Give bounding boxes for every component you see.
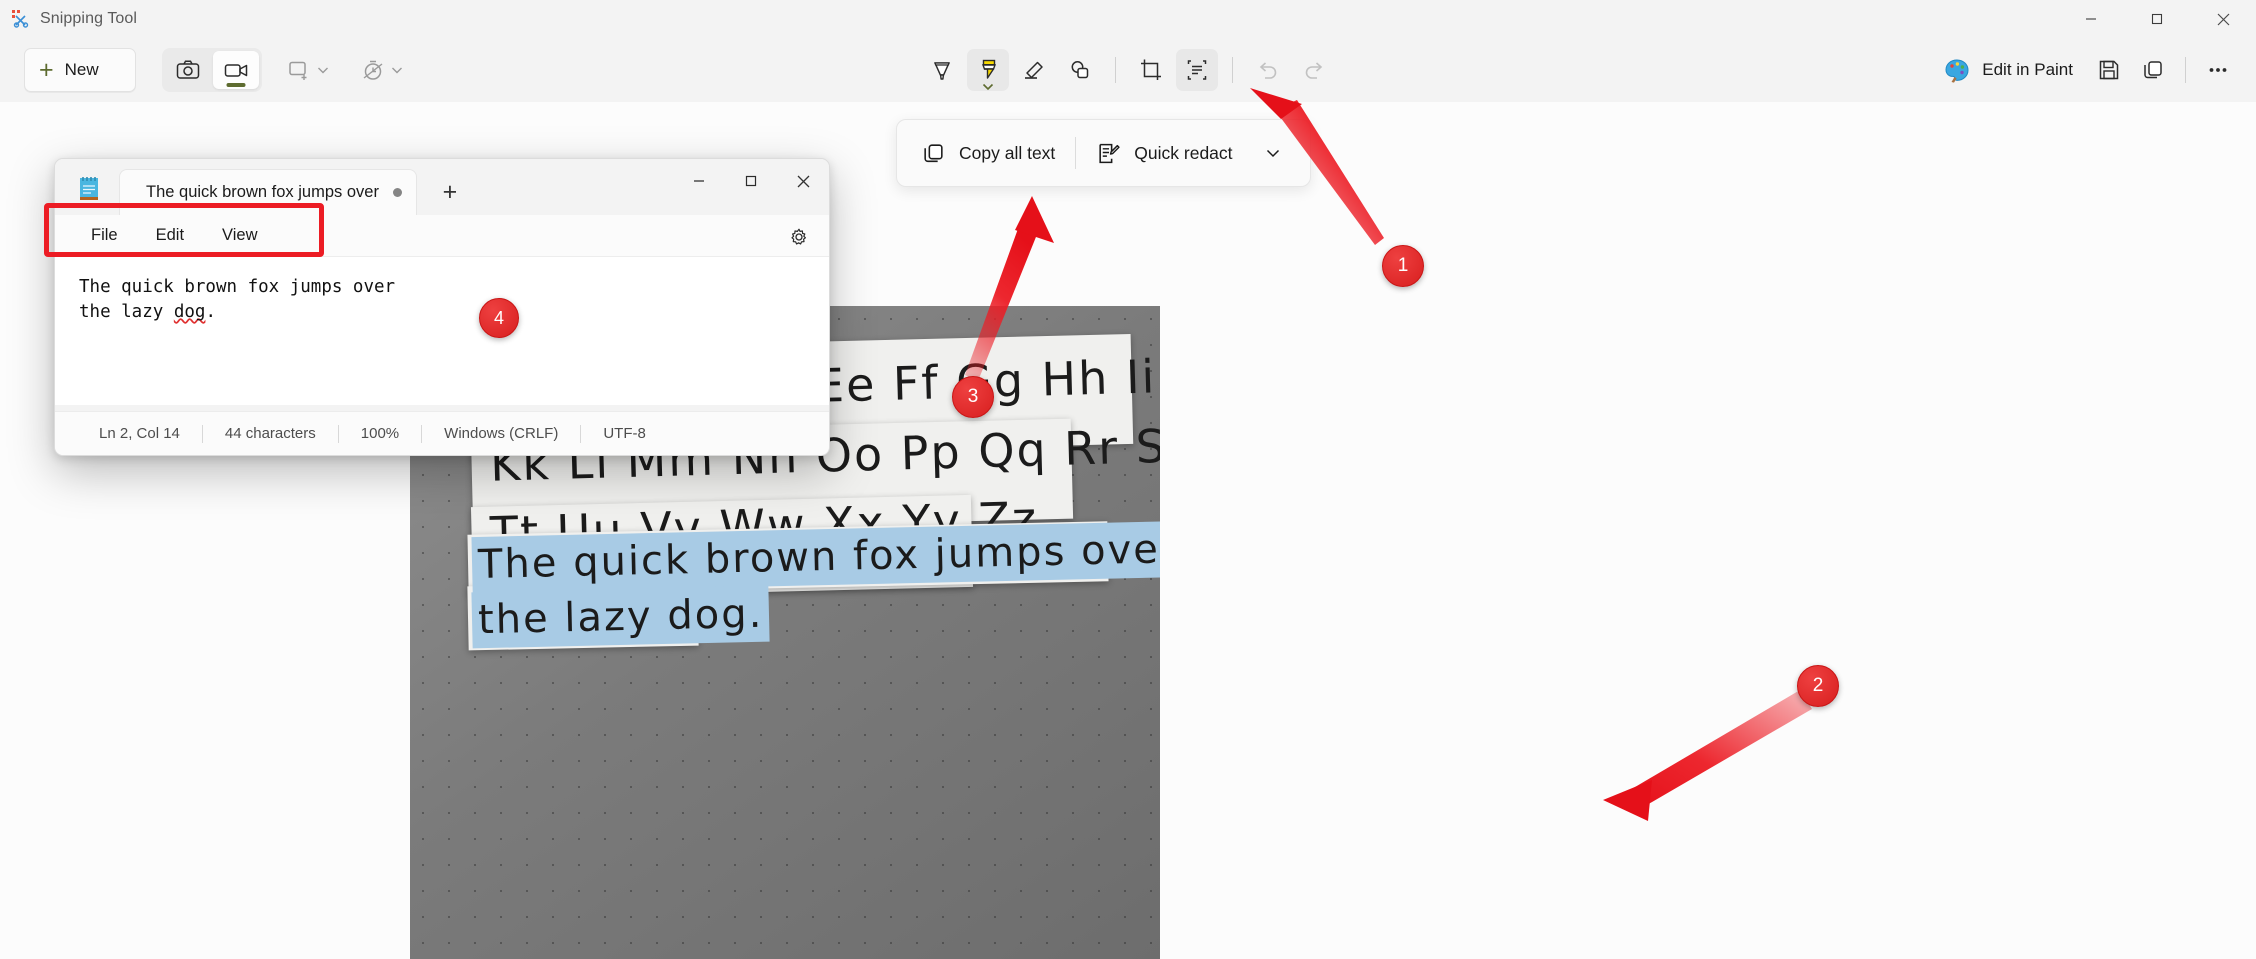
- menu-item-edit[interactable]: Edit: [140, 220, 200, 251]
- notepad-menu-bar: File Edit View: [55, 215, 829, 257]
- copy-all-text-label: Copy all text: [959, 142, 1056, 163]
- shapes-icon: [1071, 61, 1089, 79]
- ballpoint-pen-icon: [934, 62, 950, 80]
- status-cursor-position: Ln 2, Col 14: [99, 425, 180, 442]
- status-zoom-level[interactable]: 100%: [339, 425, 421, 442]
- new-button-label: New: [64, 60, 99, 79]
- editing-tools-group: [921, 49, 1335, 91]
- notepad-settings-button[interactable]: [785, 223, 813, 251]
- more-options-icon: [2209, 68, 2227, 72]
- quick-redact-button[interactable]: Quick redact: [1080, 127, 1301, 179]
- right-command-cluster: Edit in Paint: [1930, 48, 2256, 92]
- plus-icon: +: [39, 55, 54, 84]
- snip-delay-split-button[interactable]: [354, 50, 410, 90]
- notepad-window[interactable]: The quick brown fox jumps over + File Ed…: [54, 158, 830, 456]
- camera-icon: [176, 60, 200, 79]
- redo-button[interactable]: [1293, 49, 1335, 91]
- save-button[interactable]: [2087, 48, 2131, 92]
- copy-icon: [924, 143, 943, 162]
- chevron-down-icon: [982, 83, 994, 91]
- command-bar: + New Edit in Paint: [0, 38, 2256, 102]
- chevron-down-icon: [1266, 149, 1279, 158]
- status-line-ending[interactable]: Windows (CRLF): [422, 425, 580, 442]
- notepad-status-bar: Ln 2, Col 14 44 characters 100% Windows …: [55, 411, 829, 455]
- copy-icon: [2144, 61, 2162, 79]
- sentence-line-1-wrapper: The quick brown fox jumps over: [471, 520, 1160, 594]
- crop-tool[interactable]: [1130, 49, 1172, 91]
- redo-icon: [1305, 62, 1323, 79]
- status-character-count: 44 characters: [224, 425, 316, 442]
- notepad-text-area[interactable]: The quick brown fox jumps over the lazy …: [55, 257, 829, 405]
- toolbar-divider: [1115, 57, 1116, 83]
- annotation-badge-4: 4: [479, 298, 519, 338]
- quick-redact-label: Quick redact: [1134, 142, 1233, 163]
- flyout-divider: [1075, 137, 1077, 169]
- rectangle-snip-icon: [289, 61, 307, 80]
- record-mode-button[interactable]: [213, 51, 259, 89]
- notepad-content-line-1: The quick brown fox jumps over: [79, 277, 396, 297]
- text-actions-flyout: Copy all text Quick redact: [896, 119, 1311, 187]
- annotation-badge-3: 3: [952, 376, 994, 418]
- notepad-content-line-2-suffix: .: [205, 301, 216, 322]
- highlighter-tool[interactable]: [967, 49, 1009, 91]
- ballpoint-pen-tool[interactable]: [921, 49, 963, 91]
- status-encoding[interactable]: UTF-8: [581, 425, 668, 442]
- shapes-tool[interactable]: [1059, 49, 1101, 91]
- notepad-minimize-button[interactable]: [673, 159, 725, 203]
- copy-all-text-button[interactable]: Copy all text: [905, 127, 1071, 179]
- more-options-button[interactable]: [2196, 48, 2240, 92]
- notepad-icon: [77, 175, 101, 203]
- crop-icon: [1141, 59, 1161, 80]
- notepad-title-bar: The quick brown fox jumps over +: [55, 159, 829, 215]
- new-snip-button[interactable]: + New: [24, 48, 136, 92]
- unsaved-changes-dot: [392, 188, 402, 197]
- eraser-icon: [1025, 61, 1043, 79]
- paint-palette-icon: [1945, 59, 1969, 83]
- copy-button[interactable]: [2131, 48, 2175, 92]
- minimize-button[interactable]: [2058, 0, 2124, 38]
- snipping-tool-window: Snipping Tool + New Edit in Paint Ee Ff …: [0, 0, 2256, 959]
- undo-button[interactable]: [1247, 49, 1289, 91]
- app-title: Snipping Tool: [40, 10, 138, 27]
- video-camera-icon: [224, 64, 248, 77]
- close-button[interactable]: [2190, 0, 2256, 38]
- menu-item-file[interactable]: File: [75, 220, 134, 251]
- edit-in-paint-button[interactable]: Edit in Paint: [1930, 49, 2087, 91]
- notepad-close-button[interactable]: [777, 159, 829, 203]
- annotation-badge-2: 2: [1797, 665, 1839, 707]
- notepad-maximize-button[interactable]: [725, 159, 777, 203]
- chevron-down-icon: [392, 67, 402, 74]
- handwritten-sentence-line-2: the lazy dog.: [471, 585, 770, 649]
- notepad-content: The quick brown fox jumps over the lazy …: [69, 271, 829, 325]
- edit-in-paint-label: Edit in Paint: [1982, 60, 2073, 79]
- notepad-content-line-2-prefix: the lazy: [79, 301, 174, 322]
- snipping-tool-icon: [12, 10, 30, 28]
- annotation-badge-1: 1: [1382, 245, 1424, 287]
- right-cluster-divider: [2185, 57, 2186, 83]
- eraser-tool[interactable]: [1013, 49, 1055, 91]
- notepad-tab-label: The quick brown fox jumps over: [146, 183, 379, 201]
- notepad-window-controls: [673, 159, 829, 203]
- maximize-button[interactable]: [2124, 0, 2190, 38]
- highlighter-icon: [981, 59, 997, 79]
- toolbar-divider-2: [1232, 57, 1233, 83]
- window-controls: [2058, 0, 2256, 38]
- notepad-new-tab-button[interactable]: +: [429, 172, 471, 212]
- app-title-bar: Snipping Tool: [0, 0, 2256, 38]
- text-actions-tool[interactable]: [1176, 49, 1218, 91]
- gear-icon: [791, 228, 806, 245]
- redact-edit-icon: [1099, 143, 1120, 163]
- undo-icon: [1259, 62, 1277, 79]
- snapshot-mode-button[interactable]: [165, 51, 211, 89]
- chevron-down-icon: [318, 67, 328, 74]
- capture-mode-group: [162, 48, 262, 92]
- menu-item-view[interactable]: View: [206, 220, 273, 251]
- snip-shape-split-button[interactable]: [280, 50, 336, 90]
- notepad-misspelled-word: dog: [173, 301, 206, 322]
- notepad-tab[interactable]: The quick brown fox jumps over: [119, 169, 417, 215]
- timer-icon: [363, 60, 383, 80]
- sentence-line-2-wrapper: the lazy dog.: [471, 585, 770, 649]
- save-icon: [2099, 60, 2119, 80]
- text-actions-icon: [1187, 60, 1207, 80]
